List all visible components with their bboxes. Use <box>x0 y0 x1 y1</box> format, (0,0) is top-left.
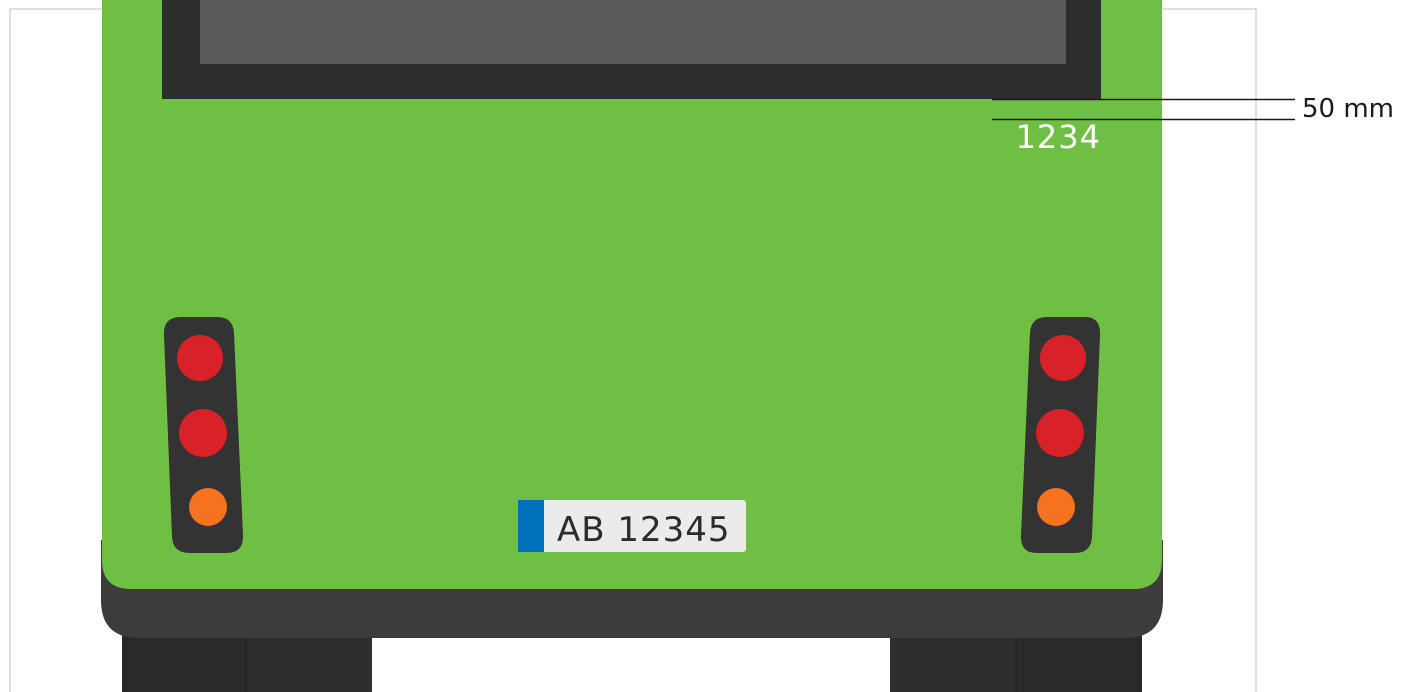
bus-number: 1234 <box>1016 118 1101 156</box>
right-indicator-light <box>1037 488 1075 526</box>
left-indicator-light <box>189 488 227 526</box>
left-tire <box>122 630 372 692</box>
left-tail-light <box>163 317 244 553</box>
license-plate: AB 12345 <box>518 500 746 552</box>
right-tail-light <box>1020 317 1101 553</box>
right-brake-light-upper <box>1040 335 1086 381</box>
left-brake-light-upper <box>177 335 223 381</box>
license-plate-band <box>518 500 544 552</box>
rear-window-glass <box>200 0 1066 64</box>
bus-rear-diagram: AB 12345 1234 50 mm <box>9 0 1394 692</box>
dimension-label: 50 mm <box>1302 94 1394 124</box>
license-plate-text: AB 12345 <box>557 510 731 550</box>
right-tire <box>890 630 1142 692</box>
left-brake-light-lower <box>179 409 227 457</box>
right-brake-light-lower <box>1036 409 1084 457</box>
